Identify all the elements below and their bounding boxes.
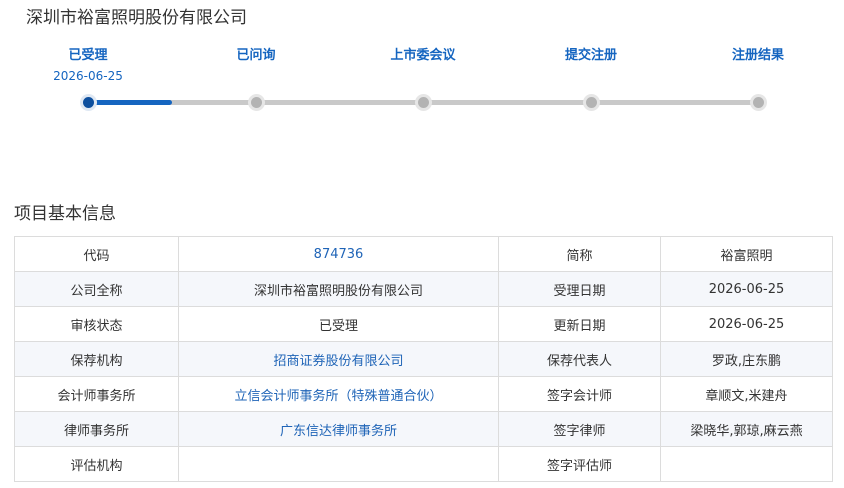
label-code: 代码: [14, 236, 179, 272]
signing-appraiser-value: [660, 446, 833, 482]
short-name-value: 裕富照明: [660, 236, 833, 272]
table-row: 保荐机构 招商证券股份有限公司 保荐代表人 罗政,庄东鹏: [14, 341, 833, 377]
step-label: 已问询: [236, 48, 276, 63]
step-listing-committee: 上市委会议: [363, 47, 483, 65]
table-row: 审核状态 已受理 更新日期 2026-06-25: [14, 306, 833, 342]
table-row: 评估机构 签字评估师: [14, 446, 833, 482]
step-dot: [414, 94, 432, 111]
step-label: 注册结果: [731, 48, 784, 63]
review-status-value: 已受理: [178, 306, 499, 342]
table-row: 律师事务所 广东信达律师事务所 签字律师 梁晓华,郭琼,麻云燕: [14, 411, 833, 447]
sponsor-rep-value: 罗政,庄东鹏: [660, 341, 833, 377]
section-title: 项目基本信息: [14, 204, 116, 224]
label-signing-appraiser: 签字评估师: [498, 446, 661, 482]
label-review-status: 审核状态: [14, 306, 179, 342]
label-accounting-firm: 会计师事务所: [14, 376, 179, 412]
label-signing-lawyer: 签字律师: [498, 411, 661, 447]
appraisal-firm-value: [178, 446, 499, 482]
step-dot: [749, 94, 767, 111]
signing-accountant-value: 章顺文,米建舟: [660, 376, 833, 412]
label-full-name: 公司全称: [14, 271, 179, 307]
project-info-table: 代码 874736 简称 裕富照明 公司全称 深圳市裕富照明股份有限公司 受理日…: [14, 236, 833, 482]
step-dot: [247, 94, 265, 111]
step-label: 提交注册: [564, 48, 617, 63]
table-row: 代码 874736 简称 裕富照明: [14, 236, 833, 272]
step-registration-result: 注册结果: [698, 47, 818, 65]
step-label: 已受理: [68, 48, 108, 63]
label-short-name: 简称: [498, 236, 661, 272]
sponsor-link[interactable]: 招商证券股份有限公司: [178, 341, 499, 377]
step-inquired: 已问询: [196, 47, 316, 65]
step-label: 上市委会议: [390, 48, 456, 63]
accounting-firm-link[interactable]: 立信会计师事务所（特殊普通合伙）: [178, 376, 499, 412]
table-row: 公司全称 深圳市裕富照明股份有限公司 受理日期 2026-06-25: [14, 271, 833, 307]
progress-track-fill: [88, 100, 172, 105]
step-date: 2026-06-25: [53, 69, 123, 83]
full-name-value: 深圳市裕富照明股份有限公司: [178, 271, 499, 307]
stock-code-link[interactable]: 874736: [178, 236, 499, 272]
law-firm-link[interactable]: 广东信达律师事务所: [178, 411, 499, 447]
label-accept-date: 受理日期: [498, 271, 661, 307]
table-row: 会计师事务所 立信会计师事务所（特殊普通合伙） 签字会计师 章顺文,米建舟: [14, 376, 833, 412]
label-sponsor-rep: 保荐代表人: [498, 341, 661, 377]
label-signing-accountant: 签字会计师: [498, 376, 661, 412]
step-accepted: 已受理 2026-06-25: [28, 47, 148, 85]
step-dot-active: [79, 94, 97, 111]
label-sponsor: 保荐机构: [14, 341, 179, 377]
signing-lawyer-value: 梁晓华,郭琼,麻云燕: [660, 411, 833, 447]
progress-steps: 已受理 2026-06-25 已问询 上市委会议 提交注册 注册结果: [0, 0, 844, 130]
step-submit-registration: 提交注册: [531, 47, 651, 65]
accept-date-value: 2026-06-25: [660, 271, 833, 307]
label-law-firm: 律师事务所: [14, 411, 179, 447]
label-appraisal-firm: 评估机构: [14, 446, 179, 482]
step-dot: [582, 94, 600, 111]
update-date-value: 2026-06-25: [660, 306, 833, 342]
label-update-date: 更新日期: [498, 306, 661, 342]
